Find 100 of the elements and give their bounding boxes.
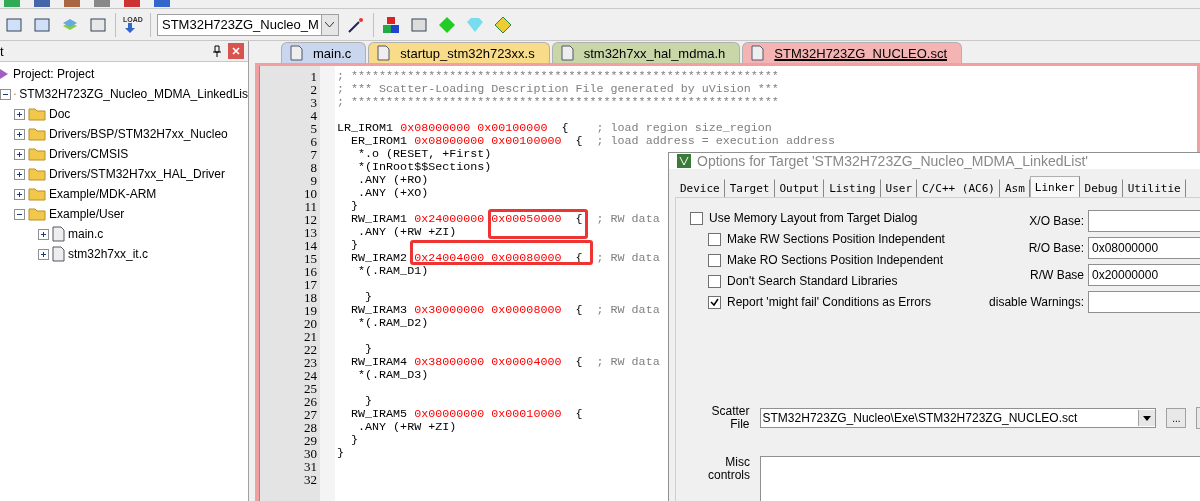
file-tab[interactable]: stm32h7xx_hal_mdma.h xyxy=(551,42,741,63)
line-number: 22 xyxy=(303,343,318,356)
blocks-icon[interactable] xyxy=(381,15,400,34)
code-text: RW_IRAM1 xyxy=(350,212,409,226)
tree-item[interactable]: Example/User xyxy=(49,207,125,221)
line-number: 18 xyxy=(303,291,318,304)
code-text: *.o (RESET, +First) xyxy=(357,147,492,161)
code-text: RW_IRAM2 xyxy=(350,251,409,265)
magic-wand-icon[interactable] xyxy=(346,15,365,34)
input-field[interactable] xyxy=(1088,291,1200,313)
tree-item[interactable]: Drivers/BSP/STM32H7xx_Nucleo xyxy=(49,127,228,141)
expand-toggle[interactable] xyxy=(38,248,49,260)
input-field[interactable] xyxy=(1088,210,1200,232)
pin-icon[interactable] xyxy=(212,45,222,57)
browse-button[interactable]: ... xyxy=(1166,408,1187,428)
tree-item[interactable]: Drivers/STM32H7xx_HAL_Driver xyxy=(49,167,226,181)
expand-toggle[interactable] xyxy=(14,168,25,180)
code-text: } xyxy=(350,238,359,252)
line-number: 4 xyxy=(309,109,318,122)
close-icon xyxy=(232,47,240,55)
checkbox[interactable] xyxy=(708,253,721,267)
code-text: } xyxy=(350,199,359,213)
tree-item[interactable]: main.c xyxy=(68,227,104,241)
code-text: { xyxy=(574,134,584,148)
code-text: *(InRoot$$Sections) xyxy=(357,160,492,174)
line-number: 19 xyxy=(303,304,318,317)
line-number: 17 xyxy=(303,278,318,291)
checkbox-label[interactable]: Make RW Sections Position Independent xyxy=(727,232,945,246)
tree-item[interactable]: Drivers/CMSIS xyxy=(49,147,129,161)
field-label: disable Warnings: xyxy=(988,295,1084,309)
line-number: 29 xyxy=(303,434,318,447)
tree-item[interactable]: stm32h7xx_it.c xyxy=(68,247,149,261)
panel-title: t xyxy=(0,43,5,59)
close-button[interactable] xyxy=(228,43,244,59)
line-number: 15 xyxy=(303,252,318,265)
checkbox-label[interactable]: Make RO Sections Position Independent xyxy=(727,253,944,267)
code-comment: ; load address = execution address xyxy=(596,134,835,148)
code-text: *(.RAM_D2) xyxy=(357,316,429,330)
line-number: 8 xyxy=(309,161,318,174)
caret-icon xyxy=(325,22,335,27)
collapse-toggle[interactable] xyxy=(14,208,25,220)
code-text: } xyxy=(337,446,344,460)
tree-item[interactable]: Project: Project xyxy=(13,67,95,81)
expand-toggle[interactable] xyxy=(14,188,25,200)
code-comment: ; RW data xyxy=(596,212,660,226)
checkbox-label[interactable]: Report 'might fail' Conditions as Errors xyxy=(727,295,931,309)
input-field[interactable]: 0x08000000 xyxy=(1088,237,1200,259)
checkbox[interactable] xyxy=(708,295,721,309)
file-icon xyxy=(751,45,765,61)
input-field[interactable]: 0x20000000 xyxy=(1088,264,1200,286)
code-text: } xyxy=(364,290,373,304)
line-number: 2 xyxy=(309,83,318,96)
field-label: Scatter File xyxy=(710,405,750,431)
field-label: X/O Base: xyxy=(1028,214,1084,228)
line-number: 14 xyxy=(303,239,318,252)
dialog-tab[interactable]: Linker xyxy=(1029,176,1080,197)
line-number: 31 xyxy=(303,460,318,473)
line-number: 26 xyxy=(303,395,318,408)
checkbox-label[interactable]: Don't Search Standard Libraries xyxy=(727,274,898,288)
line-number: 32 xyxy=(303,473,318,486)
field-label: Misc controls xyxy=(706,456,750,484)
expand-toggle[interactable] xyxy=(14,128,25,140)
line-number: 3 xyxy=(309,96,318,109)
code-text: RW_IRAM3 xyxy=(350,303,409,317)
checkbox[interactable] xyxy=(708,274,721,288)
expand-toggle[interactable] xyxy=(14,148,25,160)
code-comment: ; RW data xyxy=(595,251,660,265)
tree-item[interactable]: Example/MDK-ARM xyxy=(49,187,157,201)
line-number: 6 xyxy=(309,135,318,148)
folder-icon xyxy=(28,127,46,141)
target-select[interactable]: STM32H723ZG_Nucleo_M xyxy=(157,13,339,36)
line-number: 10 xyxy=(303,187,318,200)
file-tab[interactable]: main.c xyxy=(281,42,367,63)
tree-item[interactable]: Doc xyxy=(49,107,71,121)
line-number: 25 xyxy=(303,382,318,395)
line-number: 5 xyxy=(309,122,318,135)
file-tab[interactable]: startup_stm32h723xx.s xyxy=(368,42,550,63)
code-text: .ANY (+RO) xyxy=(357,173,429,187)
code-text: RW_IRAM4 xyxy=(350,355,409,369)
hex-value: 0x24004000 0x00080000 xyxy=(414,251,562,265)
code-text: .ANY (+XO) xyxy=(357,186,429,200)
checkbox[interactable] xyxy=(690,211,703,225)
file-tab[interactable]: STM32H723ZG_NUCLEO.sct xyxy=(742,42,962,63)
line-number: 20 xyxy=(303,317,318,330)
checkbox[interactable] xyxy=(708,232,721,246)
code-comment: ; RW data xyxy=(596,303,660,317)
expand-toggle[interactable] xyxy=(38,228,49,240)
line-number: 23 xyxy=(303,356,318,369)
line-number: 28 xyxy=(303,421,318,434)
file-icon xyxy=(52,246,65,262)
tree-item[interactable]: STM32H723ZG_Nucleo_MDMA_LinkedLis xyxy=(19,87,248,101)
collapse-toggle[interactable] xyxy=(0,88,11,100)
file-icon xyxy=(52,226,65,242)
expand-toggle[interactable] xyxy=(14,108,25,120)
hex-value: 0x00000000 0x00010000 xyxy=(414,407,562,421)
hex-value: 0x08000000 0x00100000 xyxy=(414,134,562,148)
checkbox-label[interactable]: Use Memory Layout from Target Dialog xyxy=(709,211,918,225)
code-text: *(.RAM_D3) xyxy=(357,368,429,382)
scatter-file-select[interactable]: STM32H723ZG_Nucleo\Exe\STM32H723ZG_NUCLEO.sct xyxy=(759,408,1157,428)
file-icon xyxy=(290,45,303,61)
